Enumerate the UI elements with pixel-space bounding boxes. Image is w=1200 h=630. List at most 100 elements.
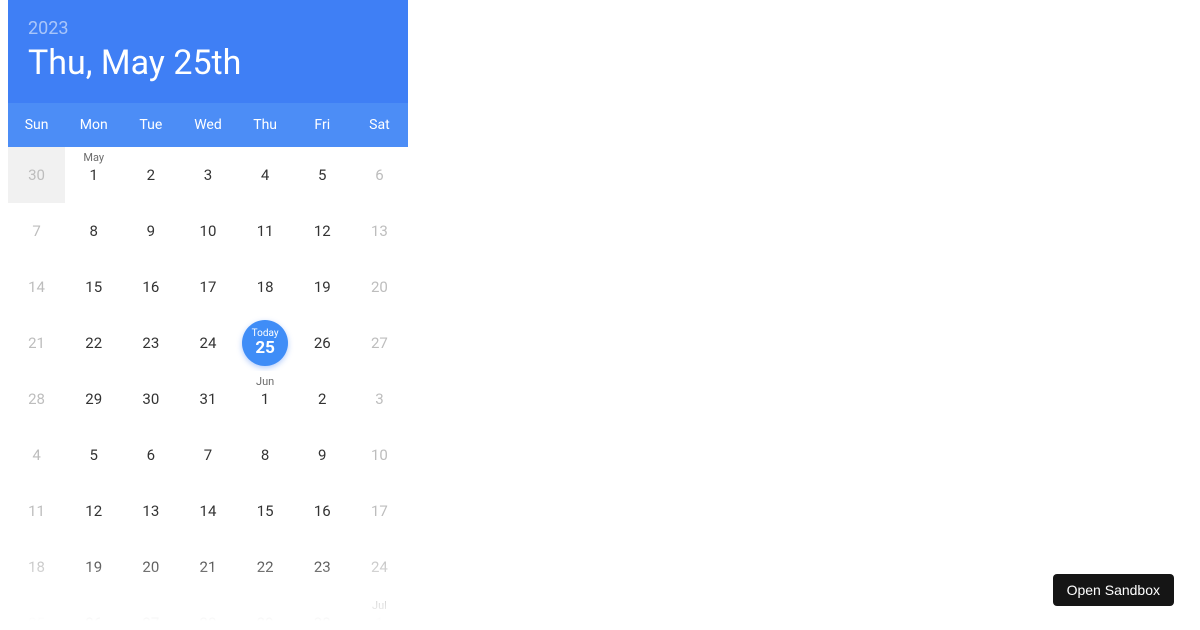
header-year[interactable]: 2023	[28, 18, 388, 39]
day-number: 6	[375, 166, 383, 184]
day-cell[interactable]: 2	[294, 371, 351, 427]
day-cell[interactable]: 29	[237, 595, 294, 629]
weekday-fri: Fri	[294, 117, 351, 133]
day-number: 1	[89, 166, 97, 184]
day-number: 11	[257, 222, 274, 240]
weekday-sat: Sat	[351, 117, 408, 133]
day-number: 25	[28, 614, 45, 629]
day-cell[interactable]: 15	[65, 259, 122, 315]
day-cell[interactable]: Jun1	[237, 371, 294, 427]
day-cell[interactable]: Jul1	[351, 595, 408, 629]
day-cell[interactable]: 18	[237, 259, 294, 315]
day-cell[interactable]: 21	[8, 315, 65, 371]
day-cell[interactable]: 19	[65, 539, 122, 595]
day-cell[interactable]: 14	[8, 259, 65, 315]
day-cell[interactable]: 26	[65, 595, 122, 629]
days-grid: 30May12345678910111213141516171819202122…	[8, 147, 408, 629]
day-cell[interactable]: 23	[294, 539, 351, 595]
day-number: 8	[89, 222, 97, 240]
day-cell[interactable]: 28	[8, 371, 65, 427]
day-number: 30	[142, 390, 159, 408]
day-number: 5	[318, 166, 326, 184]
day-number: 10	[200, 222, 217, 240]
day-cell[interactable]: 24	[179, 315, 236, 371]
day-number: 15	[257, 502, 274, 520]
weekday-mon: Mon	[65, 117, 122, 133]
day-cell[interactable]: 19	[294, 259, 351, 315]
day-cell[interactable]: 10	[351, 427, 408, 483]
day-cell[interactable]: 12	[294, 203, 351, 259]
days-scroll-container[interactable]: 30May12345678910111213141516171819202122…	[8, 147, 408, 629]
day-cell[interactable]: 21	[179, 539, 236, 595]
day-number: 26	[85, 614, 102, 629]
day-cell[interactable]: 6	[122, 427, 179, 483]
day-cell[interactable]: 30	[122, 371, 179, 427]
day-cell[interactable]: 3	[351, 371, 408, 427]
day-cell[interactable]: 15	[237, 483, 294, 539]
calendar-header: 2023 Thu, May 25th	[8, 0, 408, 103]
day-cell[interactable]: 4	[237, 147, 294, 203]
day-cell[interactable]: 11	[237, 203, 294, 259]
day-cell[interactable]: 26	[294, 315, 351, 371]
day-cell[interactable]: 27	[351, 315, 408, 371]
today-marker[interactable]: Today25	[242, 320, 288, 366]
open-sandbox-button[interactable]: Open Sandbox	[1053, 574, 1174, 606]
day-number: 5	[89, 446, 97, 464]
day-cell[interactable]: 6	[351, 147, 408, 203]
day-number: 27	[371, 334, 388, 352]
day-cell[interactable]: 20	[351, 259, 408, 315]
day-cell[interactable]: 29	[65, 371, 122, 427]
day-cell[interactable]: 24	[351, 539, 408, 595]
day-cell[interactable]: 20	[122, 539, 179, 595]
day-cell[interactable]: 23	[122, 315, 179, 371]
day-cell[interactable]: 18	[8, 539, 65, 595]
header-selected-date[interactable]: Thu, May 25th	[28, 43, 388, 83]
day-cell[interactable]: 28	[179, 595, 236, 629]
day-cell[interactable]: 30	[294, 595, 351, 629]
day-cell[interactable]: 2	[122, 147, 179, 203]
day-cell[interactable]: 7	[179, 427, 236, 483]
day-cell[interactable]: 9	[294, 427, 351, 483]
day-cell[interactable]: Today25	[237, 315, 294, 371]
day-number: 13	[371, 222, 388, 240]
day-number: 4	[261, 166, 269, 184]
day-cell[interactable]: 9	[122, 203, 179, 259]
day-cell[interactable]: 22	[237, 539, 294, 595]
day-cell[interactable]: 31	[179, 371, 236, 427]
day-number: 13	[142, 502, 159, 520]
day-cell[interactable]: 30	[8, 147, 65, 203]
day-cell[interactable]: 27	[122, 595, 179, 629]
day-number: 12	[314, 222, 331, 240]
day-number: 26	[314, 334, 331, 352]
day-cell[interactable]: 12	[65, 483, 122, 539]
day-cell[interactable]: 8	[237, 427, 294, 483]
day-cell[interactable]: 16	[122, 259, 179, 315]
date-picker: 2023 Thu, May 25th Sun Mon Tue Wed Thu F…	[8, 0, 408, 629]
day-number: 18	[257, 278, 274, 296]
day-cell[interactable]: 13	[351, 203, 408, 259]
day-number: 18	[28, 558, 45, 576]
day-cell[interactable]: 22	[65, 315, 122, 371]
day-cell[interactable]: 16	[294, 483, 351, 539]
day-number: 14	[28, 278, 45, 296]
day-number: 12	[85, 502, 102, 520]
day-cell[interactable]: 14	[179, 483, 236, 539]
day-cell[interactable]: 3	[179, 147, 236, 203]
day-number: 23	[314, 558, 331, 576]
day-cell[interactable]: 11	[8, 483, 65, 539]
day-cell[interactable]: 7	[8, 203, 65, 259]
day-number: 30	[314, 614, 331, 629]
day-cell[interactable]: 17	[351, 483, 408, 539]
day-cell[interactable]: 5	[294, 147, 351, 203]
day-cell[interactable]: 17	[179, 259, 236, 315]
day-number: 31	[200, 390, 217, 408]
day-cell[interactable]: 4	[8, 427, 65, 483]
day-cell[interactable]: May1	[65, 147, 122, 203]
day-cell[interactable]: 10	[179, 203, 236, 259]
day-cell[interactable]: 25	[8, 595, 65, 629]
day-cell[interactable]: 13	[122, 483, 179, 539]
day-number: 19	[314, 278, 331, 296]
day-number: 30	[28, 166, 45, 184]
day-cell[interactable]: 8	[65, 203, 122, 259]
day-cell[interactable]: 5	[65, 427, 122, 483]
